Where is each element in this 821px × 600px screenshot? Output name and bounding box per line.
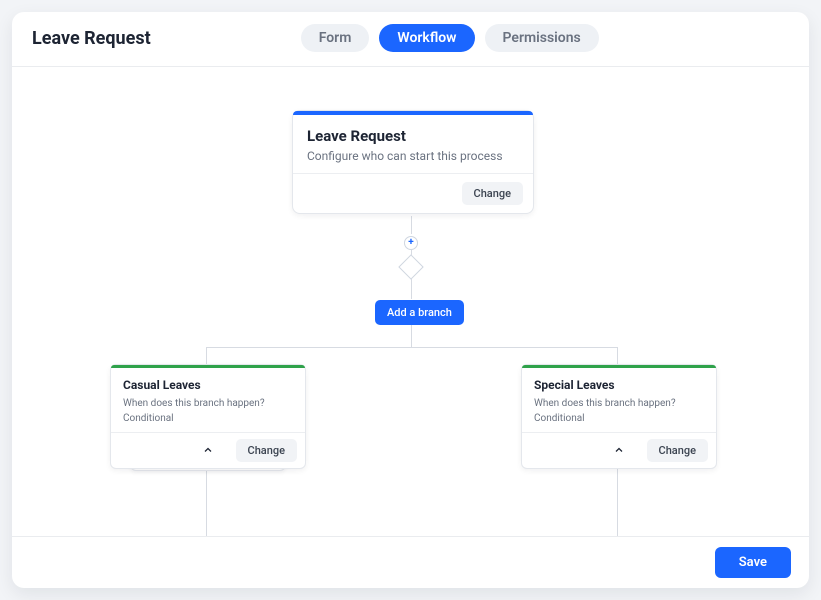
tab-form[interactable]: Form [301,24,370,52]
start-node-change-button[interactable]: Change [462,182,523,205]
connector-line [206,467,207,536]
branch-card-casual-leaves[interactable]: Casual Leaves When does this branch happ… [110,364,306,469]
workflow-canvas: Leave Request Configure who can start th… [12,67,809,536]
branch-change-button[interactable]: Change [236,439,297,462]
header: Leave Request Form Workflow Permissions [12,12,809,67]
branch-card-special-leaves[interactable]: Special Leaves When does this branch hap… [521,364,717,469]
collapse-toggle[interactable] [201,444,215,458]
connector-line [617,467,618,536]
branch-question: When does this branch happen? [534,397,704,412]
branch-change-button[interactable]: Change [647,439,708,462]
collapse-toggle[interactable] [612,444,626,458]
branch-title: Casual Leaves [123,378,293,392]
branch-question: When does this branch happen? [123,397,293,412]
start-node[interactable]: Leave Request Configure who can start th… [292,110,534,214]
branch-type: Conditional [534,412,704,427]
connector-line [411,323,412,347]
connector-line [617,347,618,365]
connector-line [206,347,618,348]
start-node-subtitle: Configure who can start this process [307,149,519,163]
add-step-button[interactable]: + [404,236,418,250]
add-branch-button[interactable]: Add a branch [375,300,464,325]
connector-line [411,277,412,299]
page-title: Leave Request [32,28,151,49]
app-shell: Leave Request Form Workflow Permissions … [12,12,809,588]
connector-line [411,216,412,234]
chevron-up-icon [613,441,625,460]
chevron-up-icon [202,441,214,460]
tabs: Form Workflow Permissions [301,24,599,52]
tab-workflow[interactable]: Workflow [379,24,474,52]
connector-line [206,347,207,365]
plus-icon: + [408,237,413,248]
save-button[interactable]: Save [715,547,791,578]
footer-bar: Save [12,536,809,588]
branch-title: Special Leaves [534,378,704,392]
tab-permissions[interactable]: Permissions [485,24,599,52]
start-node-title: Leave Request [307,127,519,145]
branch-type: Conditional [123,412,293,427]
decision-node[interactable] [398,254,423,279]
